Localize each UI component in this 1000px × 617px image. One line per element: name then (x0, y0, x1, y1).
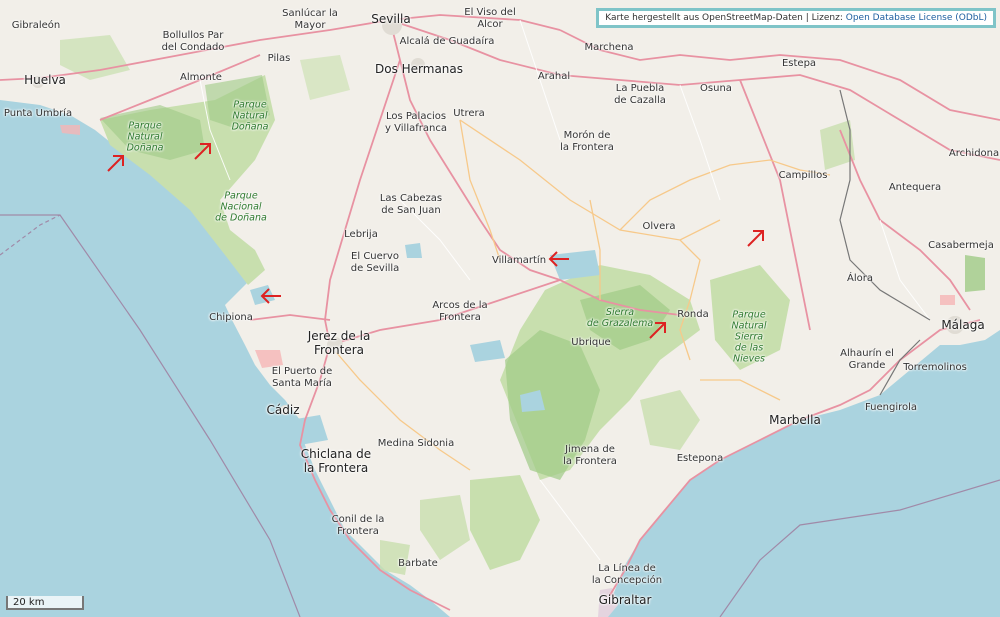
gibraltar-area (598, 588, 618, 617)
arrow-marker-icon[interactable] (258, 283, 284, 309)
arrow-marker-icon[interactable] (645, 317, 671, 343)
map-attribution: Karte hergestellt aus OpenStreetMap-Date… (596, 8, 996, 28)
scale-bar: 20 km (6, 596, 84, 610)
scale-label: 20 km (13, 597, 45, 608)
arrow-marker-icon[interactable] (103, 150, 129, 176)
arrow-marker-icon[interactable] (546, 246, 572, 272)
arrow-marker-icon[interactable] (743, 225, 769, 251)
arrow-marker-icon[interactable] (190, 138, 216, 164)
license-link[interactable]: Open Database License (ODbL) (846, 13, 987, 23)
attribution-text: Karte hergestellt aus OpenStreetMap-Date… (605, 13, 846, 23)
map-canvas[interactable] (0, 0, 1000, 617)
